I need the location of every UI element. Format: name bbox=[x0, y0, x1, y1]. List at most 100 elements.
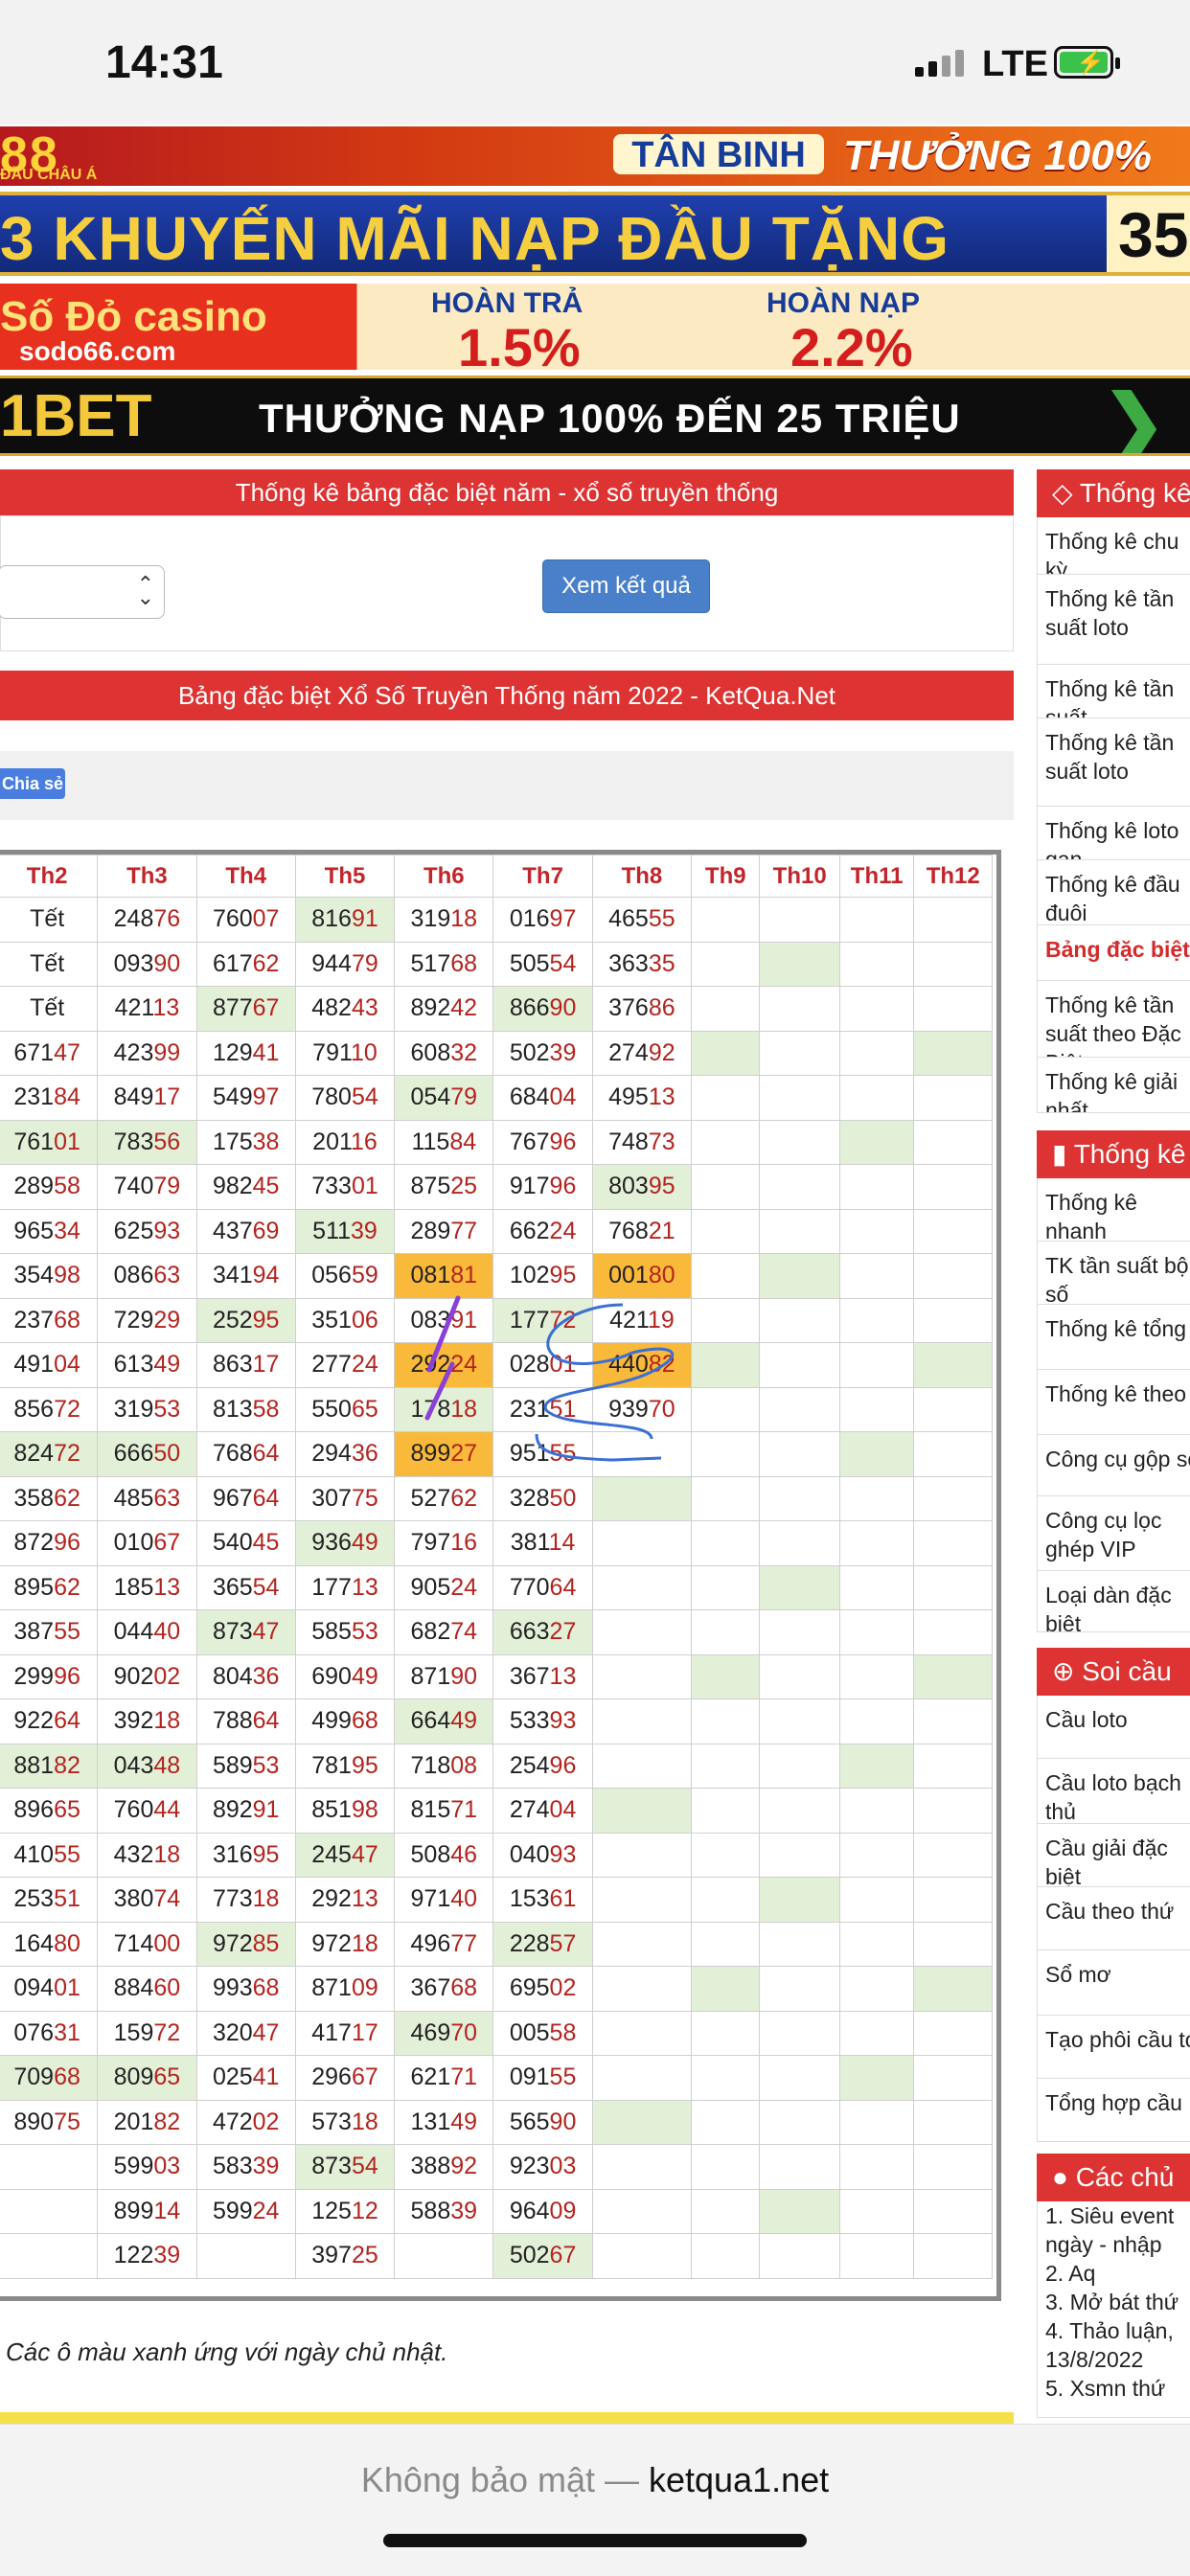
result-suffix: 82 bbox=[648, 1351, 675, 1379]
sidebar-link[interactable]: Thống kê theo bbox=[1037, 1370, 1190, 1435]
sidebar-link[interactable]: Thống kê giải nhất bbox=[1037, 1058, 1190, 1113]
result-cell bbox=[913, 1698, 993, 1744]
result-cell: 77318 bbox=[195, 1877, 296, 1923]
ad-banner-1[interactable]: 88 ĐẦU CHÂU Á TÂN BINH THƯỞNG 100% bbox=[0, 126, 1190, 186]
sidebar-topics-header: ● Các chủ bbox=[1037, 2154, 1190, 2201]
sidebar-link[interactable]: Thống kê tổng bbox=[1037, 1305, 1190, 1370]
home-indicator[interactable] bbox=[383, 2534, 807, 2547]
topic-item[interactable]: 4. Thảo luận, bbox=[1038, 2316, 1190, 2345]
result-prefix: 964 bbox=[509, 2197, 550, 2224]
result-suffix: 32 bbox=[450, 1038, 478, 1066]
result-prefix: 351 bbox=[311, 1306, 352, 1334]
result-suffix: 82 bbox=[153, 2108, 181, 2135]
sidebar-link[interactable]: Tạo phôi cầu to bbox=[1037, 2016, 1190, 2079]
result-prefix: 122 bbox=[113, 2242, 154, 2269]
result-suffix: 42 bbox=[450, 994, 478, 1022]
result-suffix: 43 bbox=[351, 994, 378, 1022]
battery-icon: ⚡ bbox=[1054, 46, 1120, 79]
result-prefix: 094 bbox=[13, 1974, 55, 2002]
topic-item[interactable]: ngày - nhập bbox=[1038, 2230, 1190, 2259]
result-prefix: 499 bbox=[311, 1707, 352, 1735]
result-suffix: 25 bbox=[351, 2242, 378, 2269]
sidebar-link[interactable]: Loại dàn đặc biệt bbox=[1037, 1571, 1190, 1632]
result-cell: 59903 bbox=[97, 2144, 197, 2190]
result-cell: 79110 bbox=[294, 1030, 396, 1076]
topic-item[interactable]: 1. Siêu event bbox=[1038, 2201, 1190, 2230]
sidebar-link[interactable]: Bảng đặc biệt bbox=[1037, 925, 1190, 981]
topic-item[interactable]: 5. Xsmn thứ bbox=[1038, 2374, 1190, 2403]
result-cell: 24547 bbox=[294, 1832, 396, 1878]
result-cell bbox=[913, 986, 993, 1032]
topic-item[interactable]: 3. Mở bát thứ bbox=[1038, 2288, 1190, 2316]
result-cell: 93649 bbox=[294, 1520, 396, 1566]
sidebar-link[interactable]: Cầu giải đặc biệt bbox=[1037, 1824, 1190, 1887]
result-cell: 32047 bbox=[195, 2010, 296, 2056]
result-suffix: 91 bbox=[351, 905, 378, 933]
topic-item[interactable]: 13/8/2022 bbox=[1038, 2345, 1190, 2374]
sidebar-link[interactable]: Thống kê tần suất theo Đặc Biệt bbox=[1037, 981, 1190, 1058]
result-cell bbox=[691, 1653, 761, 1699]
sidebar-link[interactable]: Cầu loto bạch thủ bbox=[1037, 1759, 1190, 1824]
result-cell: 98245 bbox=[195, 1164, 296, 1210]
sidebar-link[interactable]: Thống kê đầu đuôi bbox=[1037, 860, 1190, 925]
result-cell: 08391 bbox=[394, 1297, 494, 1343]
ad-banner-3[interactable]: Số Đỏ casino sodo66.com HOÀN TRẢ 1.5% HO… bbox=[0, 284, 1190, 370]
result-cell: Tết bbox=[0, 986, 99, 1032]
ad-banner-4[interactable]: 1BET THƯỞNG NẠP 100% ĐẾN 25 TRIỆU ❯ bbox=[0, 376, 1190, 456]
year-select[interactable]: ⌃ ⌄ bbox=[0, 565, 165, 619]
sidebar-link[interactable]: Cầu theo thứ bbox=[1037, 1887, 1190, 1950]
result-prefix: 804 bbox=[212, 1662, 253, 1690]
result-suffix: 74 bbox=[153, 1885, 181, 1913]
view-results-button[interactable]: Xem kết quả bbox=[542, 559, 710, 613]
result-prefix: 125 bbox=[311, 2197, 352, 2224]
result-cell: 23184 bbox=[0, 1075, 99, 1121]
result-cell: 96534 bbox=[0, 1208, 99, 1254]
result-prefix: 770 bbox=[509, 1573, 550, 1601]
result-cell bbox=[691, 1609, 761, 1655]
browser-url[interactable]: Không bảo mật — ketqua1.net bbox=[0, 2460, 1190, 2500]
topics-list: 1. Siêu event ngày - nhập 2. Aq 3. Mở bát t… bbox=[1037, 2201, 1190, 2418]
result-cell: 59924 bbox=[195, 2188, 296, 2234]
result-prefix: 025 bbox=[212, 2063, 253, 2091]
result-suffix: 53 bbox=[252, 1751, 280, 1779]
share-button[interactable]: Chia sẻ bbox=[0, 768, 65, 799]
sidebar-link[interactable]: TK tần suất bộ số bbox=[1037, 1242, 1190, 1305]
sidebar-link[interactable]: Thống kê loto gan bbox=[1037, 807, 1190, 860]
result-cell bbox=[838, 1832, 915, 1878]
sidebar-link[interactable]: Công cụ gộp số bbox=[1037, 1435, 1190, 1496]
result-cell: 77064 bbox=[492, 1564, 593, 1610]
result-cell: 38074 bbox=[97, 1877, 197, 1923]
result-suffix: 17 bbox=[351, 2018, 378, 2046]
sidebar-link[interactable]: Sổ mơ bbox=[1037, 1950, 1190, 2016]
result-prefix: 354 bbox=[13, 1262, 55, 1289]
result-suffix: 36 bbox=[351, 1440, 378, 1468]
sidebar-link[interactable]: Cầu loto bbox=[1037, 1696, 1190, 1759]
sidebar-link[interactable]: Công cụ lọc ghép VIP bbox=[1037, 1496, 1190, 1571]
result-prefix: 472 bbox=[212, 2108, 253, 2135]
result-cell: 08663 bbox=[97, 1253, 197, 1299]
sidebar-link[interactable]: Thống kê tần suất bbox=[1037, 665, 1190, 718]
sidebar-stats-header-label: Thống kê bbox=[1079, 478, 1190, 508]
sidebar-link[interactable]: Thống kê chu kỳ bbox=[1037, 517, 1190, 575]
result-prefix: 768 bbox=[212, 1440, 253, 1468]
result-suffix: 58 bbox=[54, 1173, 80, 1200]
result-suffix: 14 bbox=[153, 2197, 181, 2224]
result-cell: 58839 bbox=[394, 2188, 494, 2234]
result-cell: 96409 bbox=[492, 2188, 593, 2234]
ad-banner-2[interactable]: 3 KHUYẾN MÃI NẠP ĐẦU TẶNG 35 bbox=[0, 192, 1190, 276]
result-cell: 35106 bbox=[294, 1297, 396, 1343]
sidebar-link[interactable]: Tổng hợp cầu bbox=[1037, 2079, 1190, 2142]
sidebar-link[interactable]: Thống kê tần suất loto bbox=[1037, 718, 1190, 807]
sidebar-link[interactable]: Thống kê tần suất loto bbox=[1037, 575, 1190, 665]
sidebar-link[interactable]: Thống kê nhanh bbox=[1037, 1178, 1190, 1242]
result-cell: 67147 bbox=[0, 1030, 99, 1076]
topic-item[interactable]: 2. Aq bbox=[1038, 2259, 1190, 2288]
sidebar-stats2-header-icon: ▮ bbox=[1052, 1139, 1074, 1169]
result-suffix: 13 bbox=[351, 1573, 378, 1601]
result-cell: 74079 bbox=[97, 1164, 197, 1210]
result-cell bbox=[838, 2055, 915, 2101]
result-cell: 96764 bbox=[195, 1475, 296, 1521]
result-cell: 38892 bbox=[394, 2144, 494, 2190]
result-prefix: 316 bbox=[212, 1840, 253, 1868]
result-cell: 88182 bbox=[0, 1743, 99, 1789]
